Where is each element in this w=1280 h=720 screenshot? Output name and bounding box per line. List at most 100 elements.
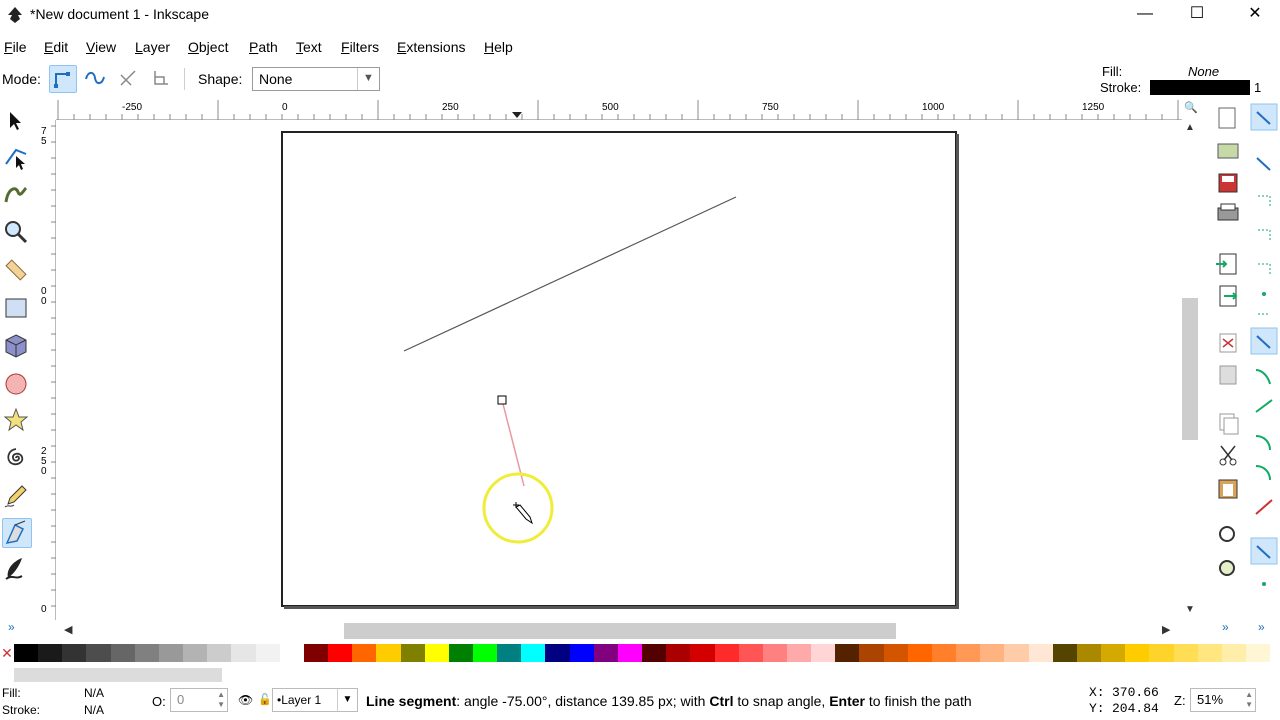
horizontal-scrollbar[interactable]: ◀ ▶	[56, 622, 1186, 640]
opacity-spinbox[interactable]: 0 ▲ ▼	[170, 688, 228, 712]
calligraphy-tool[interactable]	[2, 554, 32, 584]
menu-extensions[interactable]: Extensions	[397, 39, 466, 55]
layer-dropdown[interactable]: •Layer 1 ▼	[272, 688, 358, 712]
3d-box-tool[interactable]	[2, 332, 32, 362]
color-swatch[interactable]	[980, 644, 1005, 662]
canvas-svg[interactable]	[56, 121, 1182, 620]
color-swatch[interactable]	[956, 644, 981, 662]
vertical-scroll-thumb[interactable]	[1182, 298, 1198, 440]
color-swatch[interactable]	[1173, 644, 1198, 662]
menu-file[interactable]: File	[4, 39, 27, 55]
drawing-canvas[interactable]	[56, 121, 1182, 620]
shape-dropdown[interactable]: None ▼	[252, 67, 380, 91]
color-swatch[interactable]	[521, 644, 546, 662]
color-palette[interactable]	[14, 644, 1271, 664]
color-swatch[interactable]	[787, 644, 812, 662]
color-swatch[interactable]	[545, 644, 570, 662]
color-swatch[interactable]	[1004, 644, 1029, 662]
color-swatch[interactable]	[1245, 644, 1271, 662]
color-swatch[interactable]	[86, 644, 111, 662]
zoom-tool[interactable]	[2, 218, 32, 248]
color-swatch[interactable]	[714, 644, 739, 662]
star-tool[interactable]	[2, 406, 32, 436]
color-swatch[interactable]	[134, 644, 159, 662]
color-swatch[interactable]	[1149, 644, 1174, 662]
pen-tool[interactable]	[2, 518, 32, 548]
toolbox-overflow-icon[interactable]: »	[8, 620, 15, 634]
color-swatch[interactable]	[1197, 644, 1222, 662]
color-swatch[interactable]	[376, 644, 401, 662]
spiral-tool[interactable]	[2, 444, 32, 474]
menu-view[interactable]: View	[86, 39, 116, 55]
style-indicator[interactable]: Fill: None Stroke: 1	[1096, 62, 1280, 98]
color-swatch[interactable]	[593, 644, 618, 662]
measure-tool[interactable]	[2, 256, 32, 286]
path-start-node[interactable]	[497, 395, 507, 405]
color-swatch[interactable]	[497, 644, 522, 662]
color-swatch[interactable]	[14, 644, 39, 662]
color-swatch[interactable]	[110, 644, 135, 662]
color-swatch[interactable]	[424, 644, 449, 662]
scroll-up-icon[interactable]: ▲	[1185, 122, 1195, 133]
color-swatch[interactable]	[738, 644, 763, 662]
mode-bspline-button[interactable]	[115, 65, 143, 93]
color-swatch[interactable]	[666, 644, 691, 662]
color-swatch[interactable]	[303, 644, 329, 662]
mode-regular-bezier-button[interactable]	[49, 65, 77, 93]
color-swatch[interactable]	[907, 644, 932, 662]
rectangle-tool[interactable]	[2, 294, 32, 324]
snap-overflow-icon[interactable]: »	[1258, 620, 1265, 634]
layer-visibility-icon[interactable]: 👁	[238, 693, 253, 707]
color-swatch[interactable]	[835, 644, 860, 662]
close-button[interactable]: ✕	[1232, 0, 1278, 30]
vertical-scrollbar[interactable]: ▲ ▼	[1182, 120, 1198, 620]
scroll-right-icon[interactable]: ▶	[1162, 623, 1170, 636]
color-swatch[interactable]	[400, 644, 425, 662]
zoom-corner-icon[interactable]: 🔍	[1184, 101, 1198, 114]
color-swatch[interactable]	[1052, 644, 1077, 662]
menu-layer[interactable]: Layer	[135, 39, 170, 55]
color-swatch[interactable]	[690, 644, 715, 662]
layer-lock-icon[interactable]: 🔓	[258, 693, 272, 706]
menu-edit[interactable]: Edit	[44, 39, 68, 55]
color-swatch[interactable]	[1101, 644, 1126, 662]
color-swatch[interactable]	[617, 644, 643, 662]
color-swatch[interactable]	[931, 644, 957, 662]
mode-paraxial-button[interactable]	[148, 65, 176, 93]
minimize-button[interactable]: —	[1122, 0, 1168, 30]
color-swatch[interactable]	[1076, 644, 1102, 662]
color-swatch[interactable]	[231, 644, 256, 662]
menu-path[interactable]: Path	[249, 39, 278, 55]
color-swatch[interactable]	[255, 644, 280, 662]
color-swatch[interactable]	[472, 644, 498, 662]
color-swatch[interactable]	[1125, 644, 1150, 662]
color-swatch[interactable]	[352, 644, 377, 662]
color-swatch[interactable]	[1028, 644, 1053, 662]
color-swatch[interactable]	[328, 644, 353, 662]
stroke-color-swatch[interactable]	[1150, 80, 1250, 95]
ellipse-tool[interactable]	[2, 370, 32, 400]
menu-filters[interactable]: Filters	[341, 39, 379, 55]
color-swatch[interactable]	[883, 644, 908, 662]
color-swatch[interactable]	[279, 644, 304, 662]
mode-spiro-button[interactable]	[82, 65, 110, 93]
color-swatch[interactable]	[158, 644, 184, 662]
scroll-left-icon[interactable]: ◀	[64, 623, 72, 636]
node-tool[interactable]	[2, 144, 32, 174]
color-swatch[interactable]	[183, 644, 208, 662]
color-swatch[interactable]	[1221, 644, 1246, 662]
pencil-tool[interactable]	[2, 482, 32, 512]
maximize-button[interactable]: ☐	[1174, 0, 1220, 30]
color-swatch[interactable]	[448, 644, 473, 662]
color-swatch[interactable]	[811, 644, 836, 662]
zoom-spinbox[interactable]: 51% ▲ ▼	[1190, 688, 1256, 712]
horizontal-scroll-thumb[interactable]	[344, 623, 896, 639]
color-swatch[interactable]	[62, 644, 87, 662]
color-swatch[interactable]	[569, 644, 594, 662]
menu-help[interactable]: Help	[484, 39, 513, 55]
commands-overflow-icon[interactable]: »	[1222, 620, 1229, 634]
color-swatch[interactable]	[642, 644, 667, 662]
selector-tool[interactable]	[2, 106, 32, 136]
scroll-down-icon[interactable]: ▼	[1185, 604, 1195, 615]
menu-text[interactable]: Text	[296, 39, 322, 55]
